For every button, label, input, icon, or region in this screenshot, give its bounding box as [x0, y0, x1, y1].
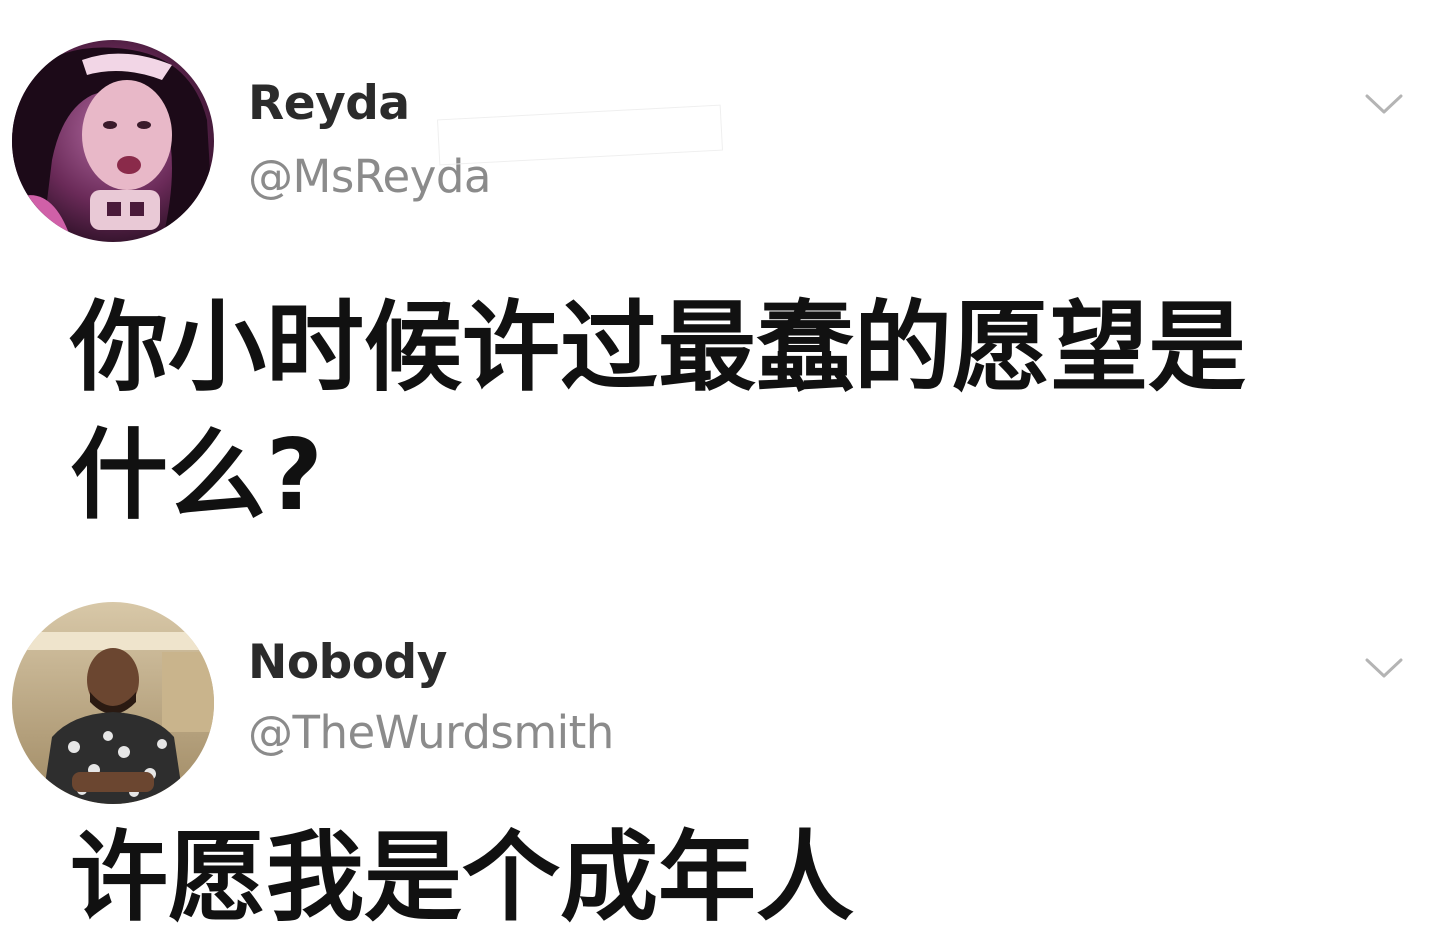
- avatar[interactable]: [12, 40, 214, 242]
- display-name[interactable]: Nobody: [248, 635, 447, 690]
- tweet-menu-button[interactable]: [1364, 92, 1404, 116]
- tweet-text: 许愿我是个成年人: [70, 821, 855, 935]
- tweet-menu-button[interactable]: [1364, 656, 1404, 680]
- chevron-down-icon: [1365, 94, 1403, 114]
- avatar-man-patterned-shirt-icon: [12, 602, 214, 804]
- avatar[interactable]: [12, 602, 214, 804]
- chevron-down-icon: [1365, 658, 1403, 678]
- divider: [436, 104, 724, 166]
- display-name[interactable]: Reyda: [248, 76, 410, 131]
- tweet[interactable]: Nobody @TheWurdsmith 许愿我是个成年人: [0, 590, 1433, 952]
- avatar-woman-pink-icon: [12, 40, 214, 242]
- tweet-text: 你小时候许过最蠢的愿望是什么?: [70, 291, 1247, 533]
- tweet[interactable]: Reyda @MsReyda 你小时候许过最蠢的愿望是什么?: [0, 0, 1433, 560]
- user-handle[interactable]: @TheWurdsmith: [248, 706, 614, 759]
